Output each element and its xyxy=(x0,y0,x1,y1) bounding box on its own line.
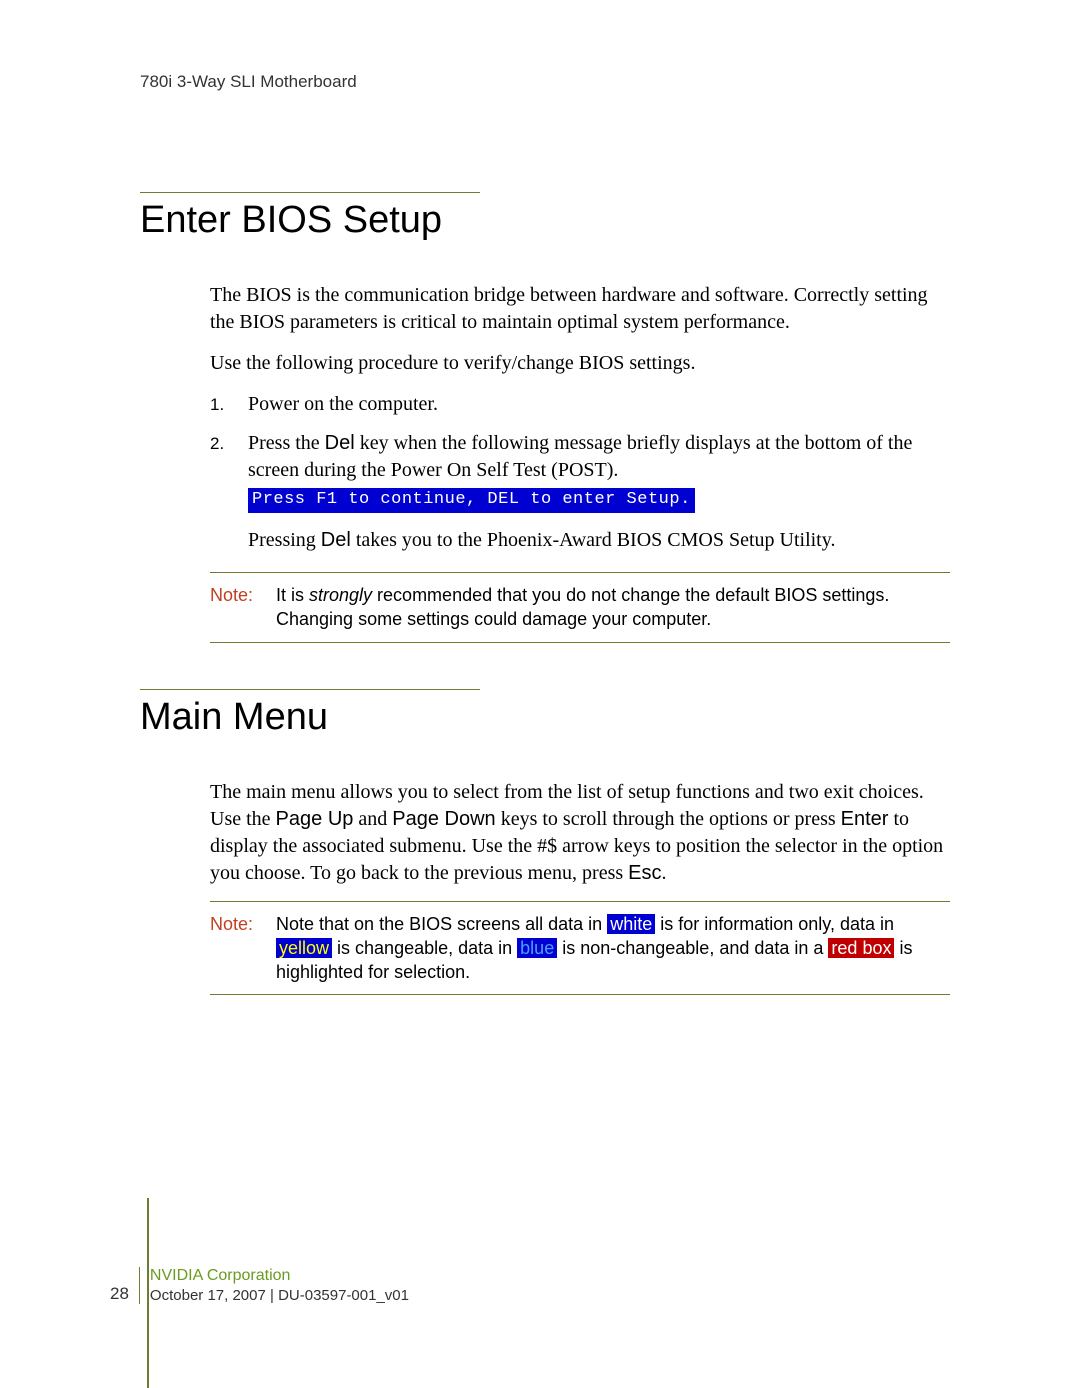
mm-c: keys to scroll through the options or pr… xyxy=(496,808,841,830)
page-number: 28 xyxy=(110,1284,139,1304)
mm-b: and xyxy=(353,808,392,830)
note-box-1: Note: It is strongly recommended that yo… xyxy=(210,572,950,643)
substep-b: takes you to the Phoenix-Award BIOS CMOS… xyxy=(351,529,836,551)
mm-e: . xyxy=(662,862,667,884)
footer-rule: NVIDIA Corporation October 17, 2007 | DU… xyxy=(139,1267,409,1304)
note-body: Note that on the BIOS screens all data i… xyxy=(276,912,950,985)
note-body: It is strongly recommended that you do n… xyxy=(276,583,950,632)
para-bios-procedure: Use the following procedure to verify/ch… xyxy=(210,350,950,377)
note-label: Note: xyxy=(210,583,276,632)
key-del: Del xyxy=(325,432,355,454)
note-a: It is xyxy=(276,585,309,605)
footer-vertical-bar xyxy=(147,1198,149,1388)
highlight-blue: blue xyxy=(517,938,557,958)
n2-b: is for information only, data in xyxy=(655,914,894,934)
n2-c: is changeable, data in xyxy=(332,938,517,958)
para-main-menu: The main menu allows you to select from … xyxy=(210,779,950,887)
substep-text: Pressing Del takes you to the Phoenix-Aw… xyxy=(248,527,950,554)
step-text-a: Press the xyxy=(248,432,325,454)
page-header: 780i 3-Way SLI Motherboard xyxy=(110,72,970,92)
note-box-2: Note: Note that on the BIOS screens all … xyxy=(210,901,950,996)
key-page-up: Page Up xyxy=(276,808,354,830)
highlight-redbox: red box xyxy=(828,938,894,958)
section-title-main-menu: Main Menu xyxy=(140,696,970,739)
footer-corporation: NVIDIA Corporation xyxy=(150,1267,409,1285)
section-title-enter-bios: Enter BIOS Setup xyxy=(140,199,970,242)
step-text: Power on the computer. xyxy=(248,391,950,418)
section-rule-2 xyxy=(140,689,480,690)
key-del: Del xyxy=(321,529,351,551)
highlight-white: white xyxy=(607,914,655,934)
substep-a: Pressing xyxy=(248,529,321,551)
n2-d: is non-changeable, and data in a xyxy=(557,938,828,958)
steps-list: 1. Power on the computer. 2. Press the D… xyxy=(210,391,950,513)
list-item: 1. Power on the computer. xyxy=(210,391,950,418)
step-number: 2. xyxy=(210,430,248,513)
note-em: strongly xyxy=(309,585,372,605)
post-message: Press F1 to continue, DEL to enter Setup… xyxy=(248,488,695,513)
highlight-yellow: yellow xyxy=(276,938,332,958)
para-bios-intro: The BIOS is the communication bridge bet… xyxy=(210,282,950,336)
list-item: 2. Press the Del key when the following … xyxy=(210,430,950,513)
n2-a: Note that on the BIOS screens all data i… xyxy=(276,914,607,934)
key-page-down: Page Down xyxy=(392,808,495,830)
note-label: Note: xyxy=(210,912,276,985)
step-text: Press the Del key when the following mes… xyxy=(248,430,950,513)
key-esc: Esc xyxy=(628,862,661,884)
page-footer: 28 NVIDIA Corporation October 17, 2007 |… xyxy=(110,1267,409,1304)
key-enter: Enter xyxy=(841,808,889,830)
footer-date: October 17, 2007 | DU-03597-001_v01 xyxy=(150,1287,409,1304)
section-rule-1 xyxy=(140,192,480,193)
step-number: 1. xyxy=(210,391,248,418)
